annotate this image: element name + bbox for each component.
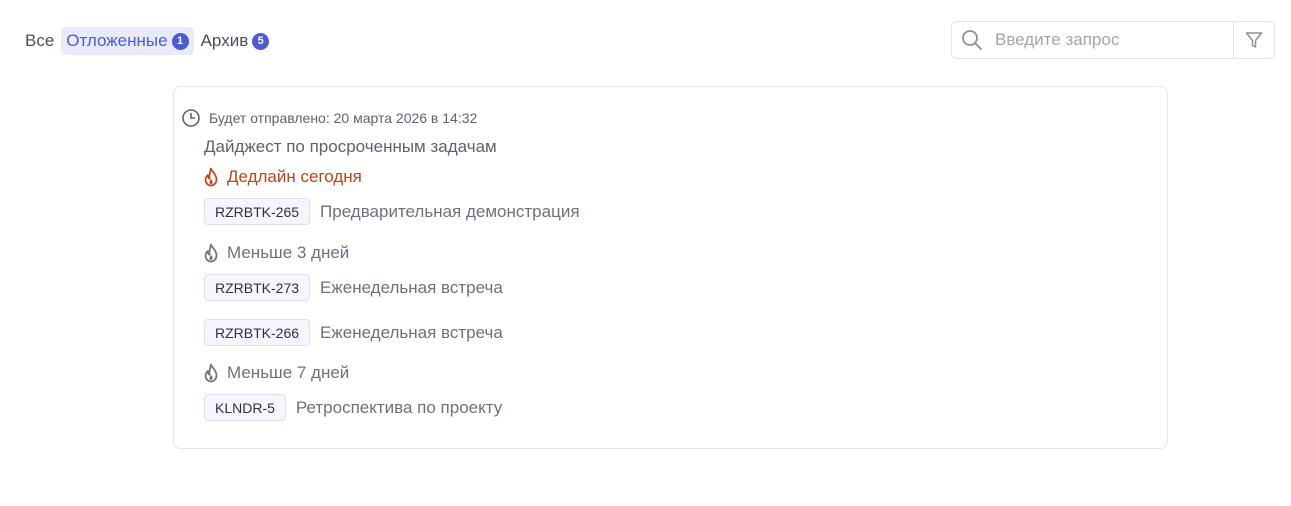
fire-icon (202, 243, 220, 263)
group-deadline-today: Дедлайн сегодня (202, 167, 362, 187)
task-key[interactable]: RZRBTK-266 (204, 319, 311, 346)
group-title: Меньше 3 дней (227, 243, 350, 262)
digest-card[interactable]: Будет отправлено: 20 марта 2026 в 14:32 … (173, 86, 1168, 449)
scheduled-info: Будет отправлено: 20 марта 2026 в 14:32 (181, 108, 477, 128)
scheduled-text: Будет отправлено: 20 марта 2026 в 14:32 (209, 110, 478, 126)
group-less-3-days: Меньше 3 дней (202, 243, 349, 263)
task-row: KLNDR-5 Ретроспектива по проекту (204, 394, 502, 421)
tab-all[interactable]: Все (20, 27, 59, 55)
task-title[interactable]: Ретроспектива по проекту (296, 398, 502, 418)
tab-label: Все (25, 31, 55, 50)
task-row: RZRBTK-265 Предварительная демонстрация (204, 198, 580, 225)
count-badge: 1 (171, 32, 189, 50)
filter-button[interactable] (1233, 22, 1274, 58)
search-icon (961, 29, 983, 51)
group-less-7-days: Меньше 7 дней (202, 363, 349, 383)
task-title[interactable]: Предварительная демонстрация (320, 202, 580, 222)
task-key[interactable]: RZRBTK-265 (204, 198, 311, 225)
count-badge: 5 (252, 32, 270, 50)
fire-icon (202, 167, 220, 187)
tab-postponed[interactable]: Отложенные 1 (61, 27, 194, 55)
tab-label: Отложенные (66, 31, 168, 50)
task-row: RZRBTK-266 Еженедельная встреча (204, 319, 503, 346)
clock-icon (181, 108, 201, 128)
tab-label: Архив (200, 31, 249, 50)
task-row: RZRBTK-273 Еженедельная встреча (204, 274, 503, 301)
digest-subject: Дайджест по просроченным задачам (204, 137, 497, 156)
filter-icon (1244, 30, 1264, 50)
task-key[interactable]: KLNDR-5 (204, 394, 286, 421)
tab-archive[interactable]: Архив 5 (196, 27, 275, 55)
group-title: Дедлайн сегодня (227, 167, 362, 186)
task-title[interactable]: Еженедельная встреча (320, 323, 503, 343)
task-key[interactable]: RZRBTK-273 (204, 274, 311, 301)
tabs: Все Отложенные 1 Архив 5 (20, 27, 276, 55)
fire-icon (202, 363, 220, 383)
search-input[interactable] (983, 22, 1233, 58)
search-box (951, 21, 1275, 59)
task-title[interactable]: Еженедельная встреча (320, 278, 503, 298)
group-title: Меньше 7 дней (227, 363, 350, 382)
